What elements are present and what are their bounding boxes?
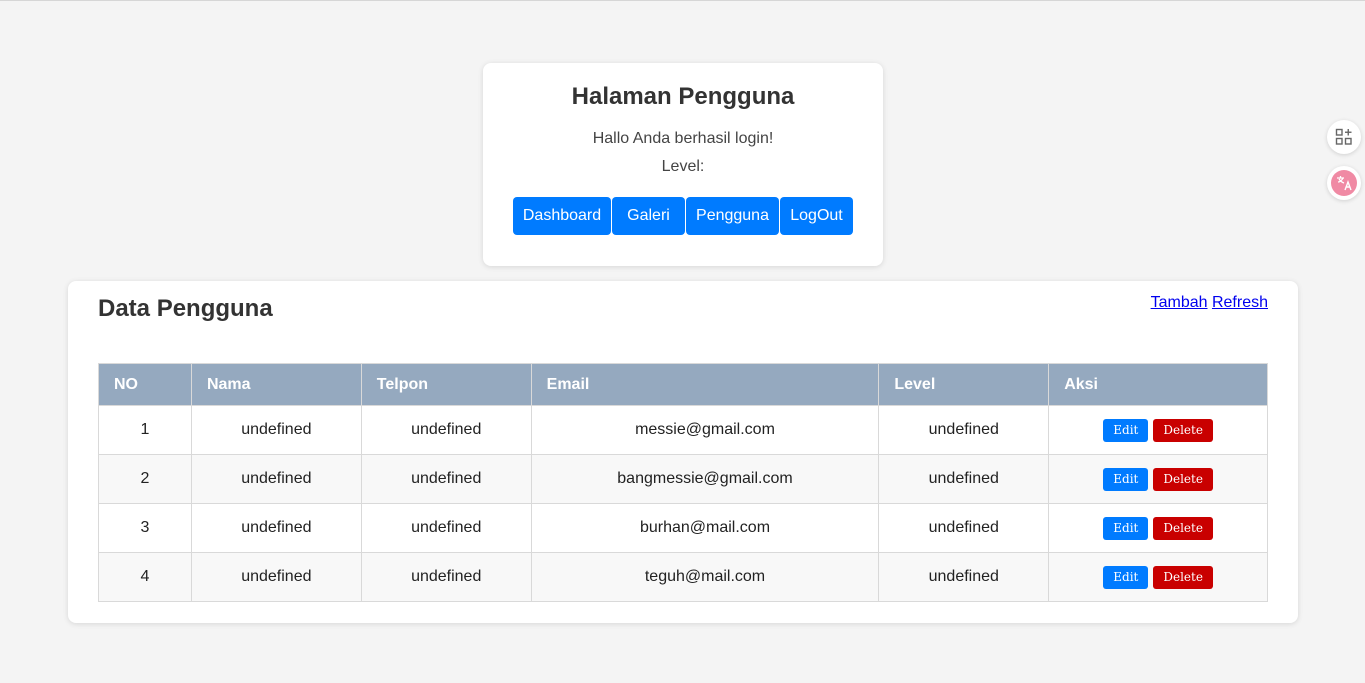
cell-no: 4: [98, 552, 192, 602]
cell-email: bangmessie@gmail.com: [530, 454, 880, 504]
action-links: Tambah Refresh: [1151, 294, 1268, 312]
apps-add-button[interactable]: [1327, 120, 1361, 154]
add-link[interactable]: Tambah: [1151, 294, 1208, 311]
edit-button[interactable]: Edit: [1103, 418, 1149, 442]
user-data-card: Data Pengguna Tambah Refresh NO Nama Tel…: [68, 281, 1298, 623]
nav-galeri-button[interactable]: Galeri: [612, 197, 685, 235]
cell-no: 1: [98, 405, 192, 455]
cell-level: undefined: [878, 552, 1050, 602]
table-header-row: NO Nama Telpon Email Level Aksi: [98, 363, 1268, 406]
cell-actions: Edit Delete: [1048, 454, 1268, 504]
page-title: Halaman Pengguna: [571, 83, 795, 110]
translate-icon: [1331, 170, 1357, 196]
table-row: 3 undefined undefined burhan@mail.com un…: [98, 503, 1268, 553]
cell-nama: undefined: [190, 503, 362, 553]
delete-button[interactable]: Delete: [1153, 418, 1213, 442]
cell-nama: undefined: [190, 454, 362, 504]
delete-button[interactable]: Delete: [1153, 467, 1213, 491]
level-label: Level:: [661, 158, 705, 175]
column-header-nama: Nama: [190, 363, 362, 406]
delete-button[interactable]: Delete: [1153, 516, 1213, 540]
nav-pengguna-button[interactable]: Pengguna: [686, 197, 779, 235]
cell-email: messie@gmail.com: [530, 405, 880, 455]
edit-button[interactable]: Edit: [1103, 516, 1149, 540]
cell-nama: undefined: [190, 405, 362, 455]
cell-telpon: undefined: [360, 454, 532, 504]
table-row: 1 undefined undefined messie@gmail.com u…: [98, 405, 1268, 455]
edit-button[interactable]: Edit: [1103, 565, 1149, 589]
column-header-level: Level: [878, 363, 1050, 406]
delete-button[interactable]: Delete: [1153, 565, 1213, 589]
cell-telpon: undefined: [360, 405, 532, 455]
edit-button[interactable]: Edit: [1103, 467, 1149, 491]
cell-actions: Edit Delete: [1048, 405, 1268, 455]
table-row: 2 undefined undefined bangmessie@gmail.c…: [98, 454, 1268, 504]
apps-add-icon: [1335, 128, 1352, 145]
cell-actions: Edit Delete: [1048, 552, 1268, 602]
nav-dashboard-button[interactable]: Dashboard: [513, 197, 611, 235]
translate-button[interactable]: [1327, 166, 1361, 200]
cell-level: undefined: [878, 405, 1050, 455]
user-table: NO Nama Telpon Email Level Aksi 1 undefi…: [98, 363, 1268, 602]
cell-nama: undefined: [190, 552, 362, 602]
cell-no: 2: [98, 454, 192, 504]
cell-email: teguh@mail.com: [530, 552, 880, 602]
cell-email: burhan@mail.com: [530, 503, 880, 553]
section-title: Data Pengguna: [98, 295, 273, 322]
refresh-link[interactable]: Refresh: [1212, 294, 1268, 311]
welcome-message: Hallo Anda berhasil login!: [592, 130, 774, 147]
cell-actions: Edit Delete: [1048, 503, 1268, 553]
cell-telpon: undefined: [360, 503, 532, 553]
nav-logout-button[interactable]: LogOut: [780, 197, 853, 235]
cell-level: undefined: [878, 503, 1050, 553]
cell-telpon: undefined: [360, 552, 532, 602]
cell-level: undefined: [878, 454, 1050, 504]
table-row: 4 undefined undefined teguh@mail.com und…: [98, 552, 1268, 602]
nav-bar: Dashboard Galeri Pengguna LogOut: [513, 197, 853, 235]
column-header-telpon: Telpon: [360, 363, 532, 406]
column-header-aksi: Aksi: [1048, 363, 1268, 406]
cell-no: 3: [98, 503, 192, 553]
column-header-email: Email: [530, 363, 880, 406]
header-card: Halaman Pengguna Hallo Anda berhasil log…: [483, 63, 883, 266]
column-header-no: NO: [98, 363, 192, 406]
